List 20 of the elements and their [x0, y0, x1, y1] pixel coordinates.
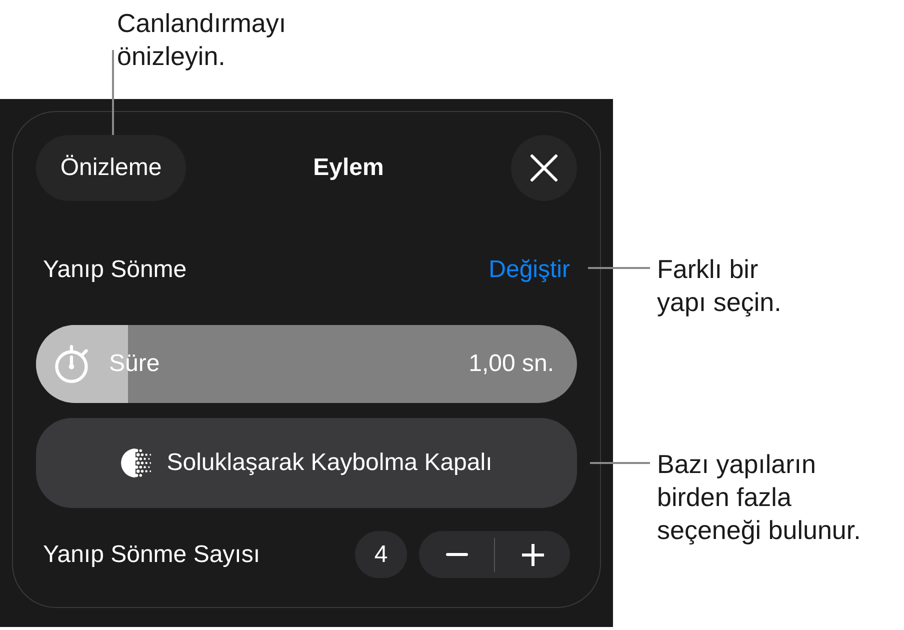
leader-line	[588, 267, 650, 269]
leader-line	[590, 462, 650, 464]
count-label: Yanıp Sönme Sayısı	[43, 540, 260, 570]
callout-text: Canlandırmayı önizleyin.	[117, 7, 288, 73]
minus-icon	[446, 553, 468, 556]
duration-reading: 1,00 sn.	[468, 349, 554, 379]
fade-button[interactable]: Soluklaşarak Kaybolma Kapalı	[36, 418, 577, 508]
duration-slider[interactable]: Süre 1,00 sn.	[36, 325, 577, 403]
panel-title: Eylem	[313, 153, 384, 183]
animation-name: Yanıp Sönme	[43, 255, 187, 285]
callout-text: Farklı bir yapı seçin.	[657, 253, 782, 319]
close-icon	[530, 154, 558, 182]
callout-text: Bazı yapıların birden fazla seçeneği bulunur.	[657, 448, 862, 547]
fade-icon	[120, 448, 151, 478]
plus-icon	[522, 544, 544, 566]
stopwatch-icon	[53, 345, 91, 383]
count-value: 4	[355, 531, 407, 578]
duration-label: Süre	[109, 349, 160, 379]
change-link[interactable]: Değiştir	[488, 252, 570, 288]
preview-button[interactable]: Önizleme	[36, 135, 186, 201]
